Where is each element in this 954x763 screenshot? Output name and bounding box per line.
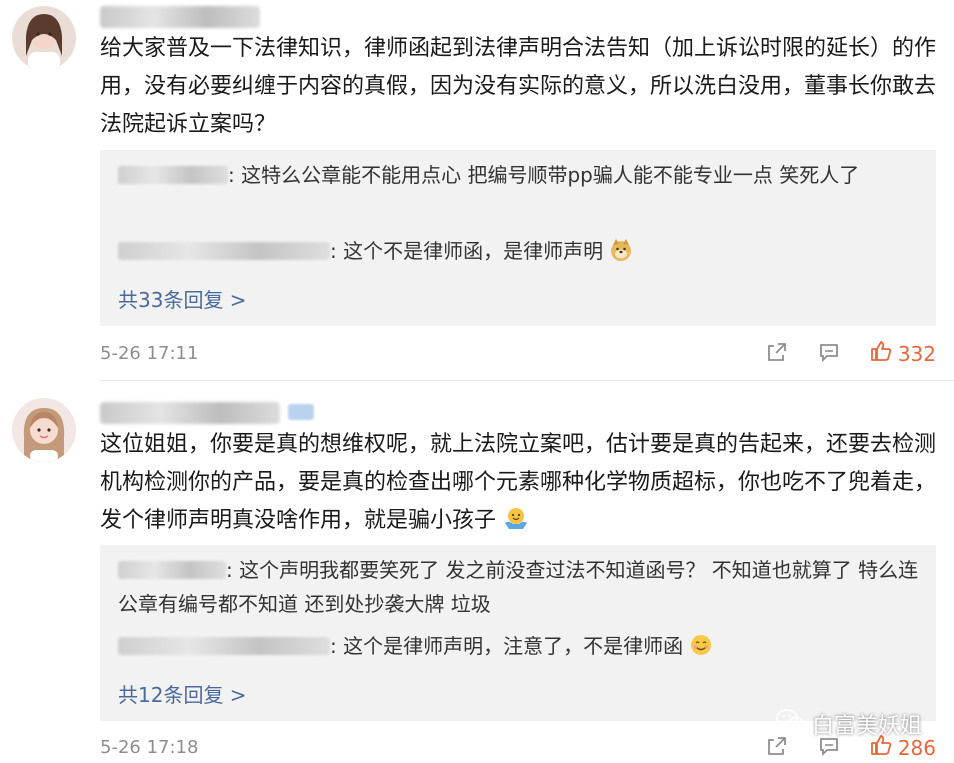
watermark-text: 白富美妖姐 xyxy=(811,714,922,739)
hug-emoji xyxy=(503,506,529,544)
share-icon[interactable] xyxy=(766,341,788,367)
timestamp: 5-26 17:18 xyxy=(100,737,199,758)
more-replies-link[interactable]: 共33条回复 > xyxy=(118,284,247,313)
reply-text: : 这个是律师声明，注意了，不是律师函 xyxy=(330,634,684,658)
like-button[interactable]: 332 xyxy=(870,340,936,367)
verified-badge xyxy=(288,404,314,420)
reply-text: : 这个声明我都要笑死了 发之前没查过法不知道函号？ 不知道也就算了 特么连公章… xyxy=(118,558,919,616)
username-blurred[interactable] xyxy=(100,6,260,28)
reply-username-blurred[interactable] xyxy=(118,561,226,579)
reply-text: : 这特么公章能不能用点心 把编号顺带pp骗人能不能专业一点 笑死人了 xyxy=(228,163,860,187)
reply-2[interactable]: : 这个不是律师函，是律师声明 xyxy=(118,234,920,272)
avatar[interactable] xyxy=(12,6,76,70)
more-replies-link[interactable]: 共12条回复 > xyxy=(118,679,247,708)
reply-2[interactable]: : 这个是律师声明，注意了，不是律师函 xyxy=(118,629,920,667)
reply-username-blurred[interactable] xyxy=(118,242,330,260)
reply-1[interactable]: : 这个声明我都要笑死了 发之前没查过法不知道函号？ 不知道也就算了 特么连公章… xyxy=(118,553,920,621)
comment-icon[interactable] xyxy=(818,341,840,367)
thumbs-up-icon xyxy=(870,340,892,367)
doge-emoji xyxy=(609,238,633,272)
username-blurred[interactable] xyxy=(100,402,280,424)
timestamp: 5-26 17:11 xyxy=(100,343,199,364)
comment-actions: 332 xyxy=(766,340,936,367)
comment-divider xyxy=(100,380,954,381)
smile-emoji xyxy=(689,633,713,667)
comment-text: 给大家普及一下法律知识，律师函起到法律声明合法告知（加上诉讼时限的延长）的作用，… xyxy=(100,36,937,137)
reply-text: : 这个不是律师函，是律师声明 xyxy=(330,239,604,263)
reply-username-blurred[interactable] xyxy=(118,637,330,655)
wechat-icon xyxy=(776,708,806,740)
comment-text: 这位姐姐，你要是真的想维权呢，就上法院立案吧，估计要是真的告起来，还要去检测机构… xyxy=(100,426,940,544)
like-count: 332 xyxy=(897,341,936,366)
replies-box: : 这特么公章能不能用点心 把编号顺带pp骗人能不能专业一点 笑死人了 : 这个… xyxy=(100,150,936,326)
avatar[interactable] xyxy=(12,398,76,462)
wechat-watermark: 白富美妖姐 xyxy=(776,708,922,740)
reply-1[interactable]: : 这特么公章能不能用点心 把编号顺带pp骗人能不能专业一点 笑死人了 xyxy=(118,158,920,192)
reply-username-blurred[interactable] xyxy=(118,166,228,184)
replies-box: : 这个声明我都要笑死了 发之前没查过法不知道函号？ 不知道也就算了 特么连公章… xyxy=(100,545,936,721)
